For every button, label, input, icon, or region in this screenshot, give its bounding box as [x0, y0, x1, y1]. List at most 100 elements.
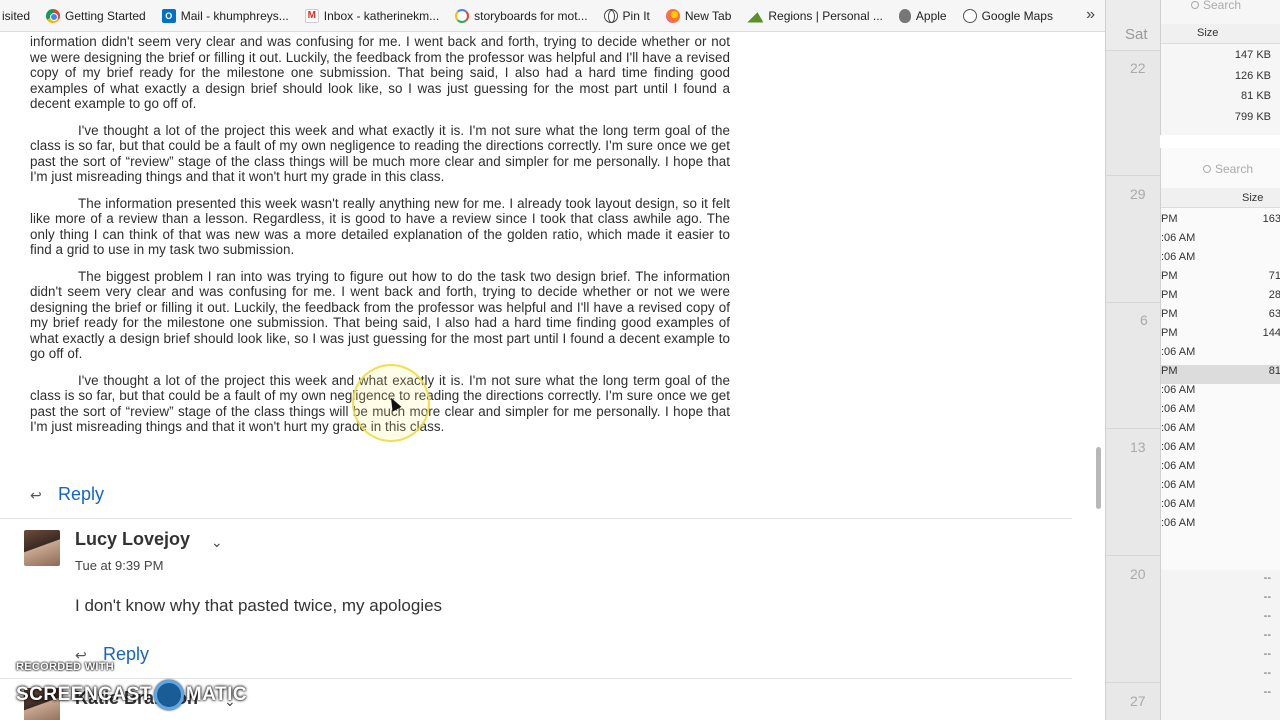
finder-row[interactable]: :06 AM: [1161, 479, 1280, 498]
file-size: 144: [1262, 327, 1280, 339]
bookmark-new-tab[interactable]: New Tab: [658, 0, 739, 31]
scrollbar[interactable]: [1092, 32, 1105, 720]
search-icon: [1191, 1, 1199, 9]
file-time: :06 AM: [1161, 460, 1196, 472]
finder-row[interactable]: :06 AM: [1161, 422, 1280, 441]
size-column-label: Size: [1197, 27, 1219, 39]
file-size: --: [1263, 629, 1271, 641]
file-size: --: [1263, 610, 1271, 622]
bookmark-apple[interactable]: Apple: [891, 0, 955, 31]
calendar-date[interactable]: 13: [1130, 439, 1146, 455]
calendar-date[interactable]: 20: [1130, 566, 1146, 582]
regions-icon: [747, 8, 764, 23]
finder-row[interactable]: --: [1161, 591, 1280, 610]
watermark-text-right: MATIC: [185, 684, 248, 705]
bookmark-google-maps[interactable]: Google Maps: [955, 0, 1061, 31]
chevron-down-icon[interactable]: ⌄: [211, 534, 223, 551]
scrollbar-thumb[interactable]: [1096, 447, 1101, 509]
avatar[interactable]: [24, 530, 60, 566]
finder-row[interactable]: --: [1161, 610, 1280, 629]
screencast-logo-icon: [153, 680, 184, 710]
finder-row[interactable]: PM 144: [1161, 327, 1280, 346]
file-time: PM: [1161, 308, 1178, 320]
file-time: :06 AM: [1161, 517, 1196, 529]
finder-row[interactable]: :06 AM: [1161, 498, 1280, 517]
bookmark-label: Pin It: [622, 8, 650, 23]
watermark-logo: SCREENCAST MATIC: [16, 680, 247, 710]
calendar-day-header: Sat: [1125, 26, 1148, 43]
finder-column-header[interactable]: Size: [1161, 24, 1280, 44]
file-size: 28: [1268, 289, 1280, 301]
globe-icon: [603, 8, 618, 23]
divider: [1106, 175, 1161, 176]
finder-row[interactable]: 81 KB: [1161, 90, 1280, 109]
post-reply-button[interactable]: ↩ Reply: [30, 484, 104, 505]
finder-search[interactable]: Search: [1191, 0, 1241, 12]
comment-author[interactable]: Lucy Lovejoy: [75, 529, 190, 550]
chrome-icon: [46, 8, 61, 23]
finder-row[interactable]: PM 28: [1161, 289, 1280, 308]
finder-row[interactable]: --: [1161, 648, 1280, 667]
file-size: 63: [1268, 308, 1280, 320]
bookmark-getting-started[interactable]: Getting Started: [38, 0, 154, 31]
file-time: PM: [1161, 289, 1178, 301]
file-size: --: [1263, 686, 1271, 698]
divider: [1106, 428, 1161, 429]
calendar-date[interactable]: 29: [1130, 186, 1146, 202]
file-size: 71: [1268, 270, 1280, 282]
finder-row-selected[interactable]: PM 81: [1161, 365, 1280, 384]
file-time: :06 AM: [1161, 403, 1196, 415]
file-time: :06 AM: [1161, 346, 1196, 358]
post-paragraph: information didn't seem very clear and w…: [30, 34, 730, 112]
finder-row[interactable]: :06 AM: [1161, 460, 1280, 479]
finder-row[interactable]: :06 AM: [1161, 232, 1280, 251]
bookmark-regions[interactable]: Regions | Personal ...: [739, 0, 891, 31]
finder-row[interactable]: :06 AM: [1161, 346, 1280, 365]
google-icon: [455, 8, 470, 23]
divider: [0, 678, 1072, 679]
bookmarks-overflow-chevron-icon[interactable]: »: [1086, 6, 1095, 24]
divider: [1106, 302, 1161, 303]
file-size: 81 KB: [1241, 90, 1271, 102]
finder-row[interactable]: 799 KB: [1161, 111, 1280, 130]
finder-row[interactable]: --: [1161, 572, 1280, 591]
file-size: 147 KB: [1234, 49, 1271, 61]
bookmarks-bar: isited Getting Started O Mail - khumphrey…: [0, 0, 1105, 32]
file-time: PM: [1161, 270, 1178, 282]
finder-row[interactable]: 147 KB: [1161, 49, 1280, 68]
finder-row[interactable]: :06 AM: [1161, 251, 1280, 270]
calendar-date[interactable]: 22: [1130, 60, 1146, 76]
bookmark-label: isited: [2, 8, 31, 23]
bookmark-visited[interactable]: isited: [0, 0, 38, 31]
finder-row[interactable]: :06 AM: [1161, 403, 1280, 422]
finder-window-middle: Search Size PM 163 :06 AM :06 AM PM 71 PM 2…: [1160, 148, 1280, 570]
post-paragraph: The biggest problem I ran into was tryin…: [30, 268, 730, 362]
calendar-date[interactable]: 6: [1140, 312, 1148, 328]
finder-row[interactable]: PM 71: [1161, 270, 1280, 289]
finder-row[interactable]: :06 AM: [1161, 384, 1280, 403]
finder-row[interactable]: --: [1161, 686, 1280, 705]
post-paragraph: The information presented this week wasn…: [30, 195, 730, 258]
finder-row[interactable]: :06 AM: [1161, 517, 1280, 536]
file-size: --: [1263, 572, 1271, 584]
finder-row[interactable]: --: [1161, 667, 1280, 686]
bookmark-gmail-inbox[interactable]: M Inbox - katherinekm...: [297, 0, 447, 31]
finder-column-header[interactable]: Size: [1161, 188, 1280, 208]
divider: [1106, 682, 1161, 683]
firefox-icon: [665, 8, 680, 23]
file-size: 126 KB: [1234, 70, 1271, 82]
finder-row[interactable]: :06 AM: [1161, 441, 1280, 460]
file-time: :06 AM: [1161, 232, 1196, 244]
finder-row[interactable]: PM 163: [1161, 213, 1280, 232]
bookmark-label: Google Maps: [981, 8, 1053, 23]
finder-search[interactable]: Search: [1203, 162, 1253, 176]
reply-arrow-icon: ↩: [75, 646, 87, 663]
finder-row[interactable]: PM 63: [1161, 308, 1280, 327]
finder-row[interactable]: --: [1161, 629, 1280, 648]
file-time: :06 AM: [1161, 479, 1196, 491]
bookmark-pin-it[interactable]: Pin It: [596, 0, 658, 31]
finder-row[interactable]: 126 KB: [1161, 70, 1280, 89]
bookmark-outlook-mail[interactable]: O Mail - khumphreys...: [154, 0, 297, 31]
calendar-date[interactable]: 27: [1130, 693, 1146, 709]
bookmark-storyboards[interactable]: storyboards for mot...: [447, 0, 595, 31]
